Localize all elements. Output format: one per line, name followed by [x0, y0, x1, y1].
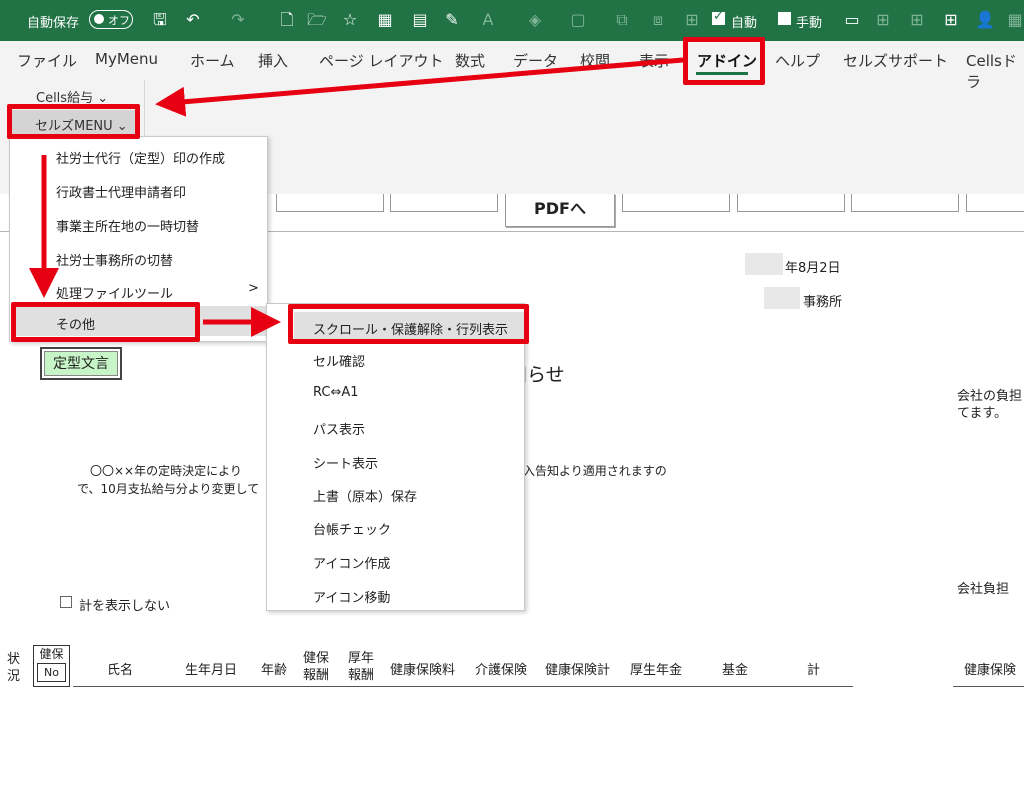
annotation-arrows	[29, 57, 684, 337]
arrow-addins-to-menu	[155, 57, 684, 117]
